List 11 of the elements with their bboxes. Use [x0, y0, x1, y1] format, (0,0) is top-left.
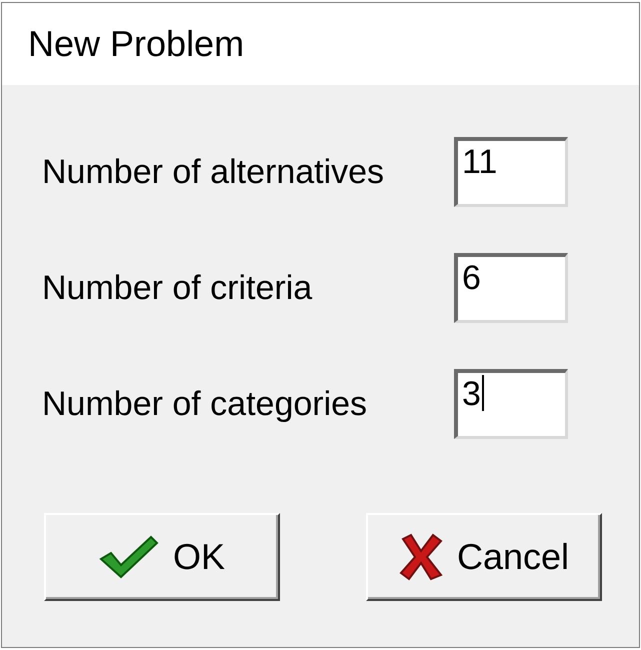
- field-label: Number of alternatives: [42, 152, 386, 192]
- field-label: Number of categories: [42, 384, 368, 424]
- input-field[interactable]: 3: [454, 369, 568, 439]
- window-title: New Problem: [28, 23, 244, 65]
- ok-button[interactable]: OK: [44, 513, 280, 601]
- input-field[interactable]: 6: [454, 253, 568, 323]
- cancel-button[interactable]: Cancel: [366, 513, 602, 601]
- input-field[interactable]: 11: [454, 137, 568, 207]
- checkmark-icon: [98, 535, 159, 579]
- close-icon: [398, 533, 443, 581]
- field-label: Number of criteria: [42, 268, 314, 308]
